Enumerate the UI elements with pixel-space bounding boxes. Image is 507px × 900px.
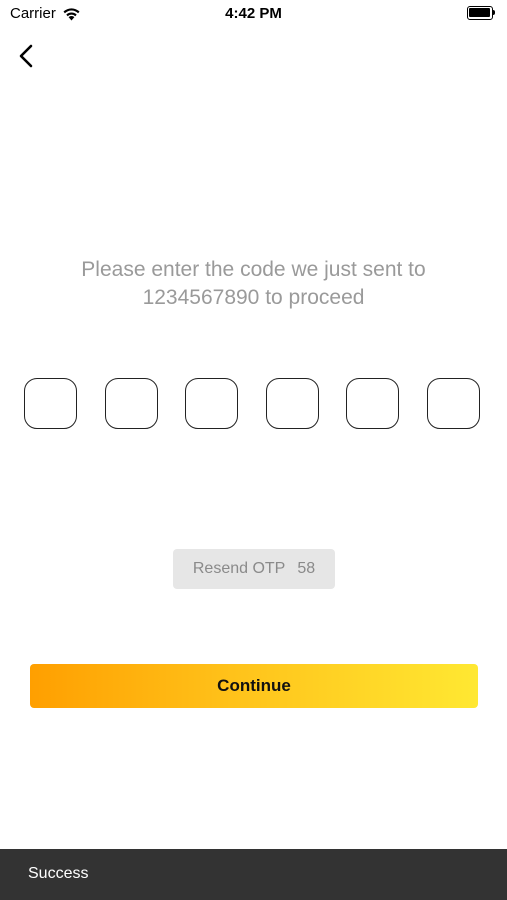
instruction-text: Please enter the code we just sent to 12… (81, 258, 426, 309)
otp-input-row (24, 378, 484, 433)
resend-otp-button[interactable]: Resend OTP 58 (173, 549, 335, 589)
wifi-icon (62, 7, 81, 21)
status-bar: Carrier 4:42 PM (0, 0, 507, 28)
otp-digit-2[interactable] (105, 378, 158, 429)
carrier-label: Carrier (10, 5, 56, 22)
continue-button[interactable]: Continue (30, 664, 478, 708)
battery-icon (467, 6, 497, 20)
otp-digit-3[interactable] (185, 378, 238, 429)
snackbar-message: Success (28, 865, 89, 882)
otp-digit-4[interactable] (266, 378, 319, 429)
otp-digit-6[interactable] (427, 378, 480, 429)
snackbar: Success (0, 849, 507, 900)
chevron-left-icon (12, 44, 42, 75)
otp-digit-1[interactable] (24, 378, 77, 429)
carrier-group: Carrier (10, 5, 81, 22)
resend-otp-label: Resend OTP (192, 560, 286, 577)
back-button[interactable] (12, 40, 42, 72)
otp-digit-5[interactable] (346, 378, 399, 429)
resend-countdown: 58 (297, 560, 316, 577)
